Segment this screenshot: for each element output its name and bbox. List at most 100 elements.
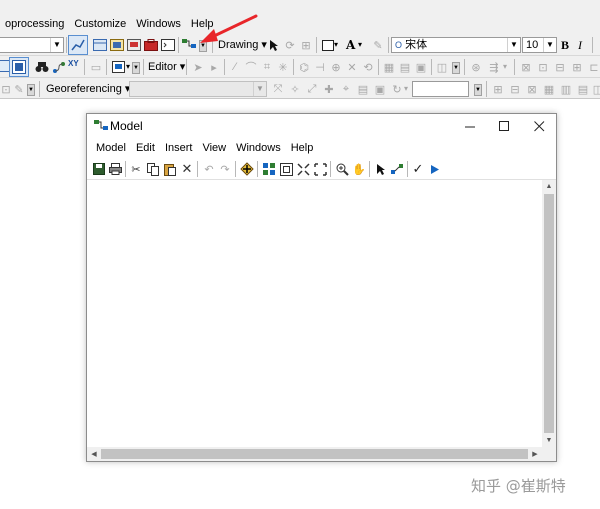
catalog-window-icon[interactable]	[109, 37, 125, 53]
editor-menu[interactable]: Editor ▾	[148, 59, 185, 75]
separator	[235, 161, 236, 177]
model-menu-model[interactable]: Model	[91, 142, 131, 154]
rectangle-dropdown-icon[interactable]: ▾	[334, 37, 338, 53]
model-menu-help[interactable]: Help	[286, 142, 319, 154]
drawing-menu[interactable]: Drawing ▾	[218, 37, 267, 53]
menu-geoprocessing[interactable]: oprocessing	[0, 14, 69, 34]
full-extent-button[interactable]	[9, 57, 29, 77]
cut-polygons-icon: ⊕	[331, 61, 341, 74]
arcmap-toolbar-area: oprocessing Customize Windows Help ▼ ▼ D…	[0, 0, 600, 99]
separator	[257, 161, 258, 177]
bold-button[interactable]: B	[561, 37, 569, 53]
paste-icon[interactable]	[162, 161, 178, 177]
select-pointer-icon[interactable]	[373, 161, 389, 177]
toolbar-overflow-icon[interactable]: ▼	[452, 62, 460, 74]
undo-icon: ↶	[204, 163, 214, 176]
chevron-down-icon[interactable]: ▾	[126, 59, 130, 75]
editor-sketch-button[interactable]	[68, 35, 88, 55]
toolbar-overflow-icon[interactable]: ▼	[199, 40, 207, 52]
multi-link-icon: ⊟	[555, 61, 565, 74]
run-play-icon[interactable]	[427, 161, 443, 177]
vertical-scrollbar[interactable]: ▲ ▼	[542, 180, 556, 447]
separator	[592, 37, 593, 53]
fixed-zoom-out-icon[interactable]	[312, 161, 328, 177]
select-elements-icon[interactable]	[266, 37, 282, 53]
zoom-in-icon[interactable]	[334, 161, 350, 177]
close-icon[interactable]	[522, 114, 556, 138]
new-text-icon[interactable]: A	[346, 37, 355, 53]
validate-checkmark-icon[interactable]: ✓	[410, 161, 426, 177]
georeferencing-menu[interactable]: Georeferencing ▾	[46, 81, 130, 97]
table-window-icon[interactable]	[92, 37, 108, 53]
menu-customize[interactable]: Customize	[69, 14, 131, 34]
toolbar-overflow-icon[interactable]: ▼	[132, 62, 140, 74]
save-icon[interactable]	[91, 161, 107, 177]
georeferencing-toolbar-row: ⊡ ✎ ▼ Georeferencing ▾ ▼ ⤧ ✧ ⤢ ✚ ⌖ ▤ ▣ ↻…	[0, 77, 600, 99]
modelbuilder-icon	[94, 120, 108, 130]
modelbuilder-icon[interactable]	[181, 37, 197, 53]
model-menu-view[interactable]: View	[197, 142, 231, 154]
georef-value-input[interactable]	[412, 81, 469, 97]
maximize-icon[interactable]	[487, 114, 521, 138]
font-type-icon: O	[395, 40, 403, 50]
redo-icon: ↷	[220, 163, 230, 176]
python-window-icon[interactable]	[160, 37, 176, 53]
point-icon: ✳	[278, 61, 288, 74]
delete-icon[interactable]: ✕	[179, 161, 195, 177]
model-menu-insert[interactable]: Insert	[160, 142, 198, 154]
cut-icon[interactable]: ✂	[128, 161, 144, 177]
font-name-combo[interactable]: O 宋体 ▼	[391, 37, 521, 53]
training-sample-icon: ⊟	[510, 83, 520, 96]
print-icon[interactable]	[107, 161, 123, 177]
arctoolbox-icon[interactable]	[143, 37, 159, 53]
spatial-adjustment-icon: ⊛	[471, 61, 481, 74]
html-popup-icon[interactable]	[110, 59, 126, 75]
limited-adjustment-icon: ⊏	[589, 61, 599, 74]
scroll-right-icon[interactable]: ▶	[528, 447, 542, 461]
chevron-down-icon[interactable]: ▼	[507, 38, 520, 52]
separator	[84, 59, 85, 75]
separator	[178, 37, 179, 53]
go-to-xy-icon[interactable]: XY	[68, 59, 79, 75]
full-extent-icon[interactable]	[278, 161, 294, 177]
model-window-titlebar[interactable]: Model	[87, 114, 556, 138]
italic-button[interactable]: I	[578, 37, 582, 53]
model-canvas[interactable]	[87, 180, 542, 447]
separator	[106, 59, 107, 75]
copy-icon[interactable]	[145, 161, 161, 177]
vertical-scroll-thumb[interactable]	[544, 194, 554, 433]
zoom-whole-page-icon: ⊞	[301, 39, 311, 52]
scroll-up-icon[interactable]: ▲	[542, 180, 556, 193]
font-size-combo[interactable]: 10 ▼	[522, 37, 557, 53]
separator	[369, 161, 370, 177]
search-window-icon[interactable]	[126, 37, 142, 53]
chevron-down-icon[interactable]: ▼	[543, 38, 556, 52]
find-route-icon[interactable]	[51, 59, 67, 75]
scroll-left-icon[interactable]: ◀	[87, 447, 101, 461]
menu-windows[interactable]: Windows	[131, 14, 186, 34]
horizontal-scrollbar[interactable]: ◀ ▶	[87, 447, 542, 461]
toolbar-overflow-icon[interactable]: ▼	[27, 84, 35, 96]
create-features-icon: ▣	[415, 61, 427, 74]
add-data-icon[interactable]	[239, 161, 255, 177]
connect-icon[interactable]	[389, 161, 405, 177]
chevron-down-icon[interactable]: ▼	[50, 38, 63, 52]
model-menu-edit[interactable]: Edit	[131, 142, 160, 154]
pan-hand-icon[interactable]: ✋	[351, 161, 367, 177]
model-menu-windows[interactable]: Windows	[231, 142, 286, 154]
find-binoculars-icon[interactable]	[34, 59, 50, 75]
horizontal-scroll-thumb[interactable]	[101, 449, 528, 459]
minimize-icon[interactable]	[453, 114, 487, 138]
scroll-corner	[542, 447, 556, 461]
statistics-icon: ▤	[577, 83, 589, 96]
shift-raster-icon: ✧	[290, 83, 300, 96]
toolbar-overflow-icon[interactable]: ▼	[474, 84, 482, 96]
menu-help[interactable]: Help	[186, 14, 219, 34]
text-dropdown-icon[interactable]: ▾	[358, 37, 362, 53]
fixed-zoom-in-icon[interactable]	[295, 161, 311, 177]
auto-layout-icon[interactable]	[261, 161, 277, 177]
scroll-down-icon[interactable]: ▼	[542, 434, 556, 447]
classify-icon: ◫	[592, 83, 600, 96]
layer-combo[interactable]: ▼	[0, 37, 64, 53]
line-chart-icon	[71, 39, 85, 51]
